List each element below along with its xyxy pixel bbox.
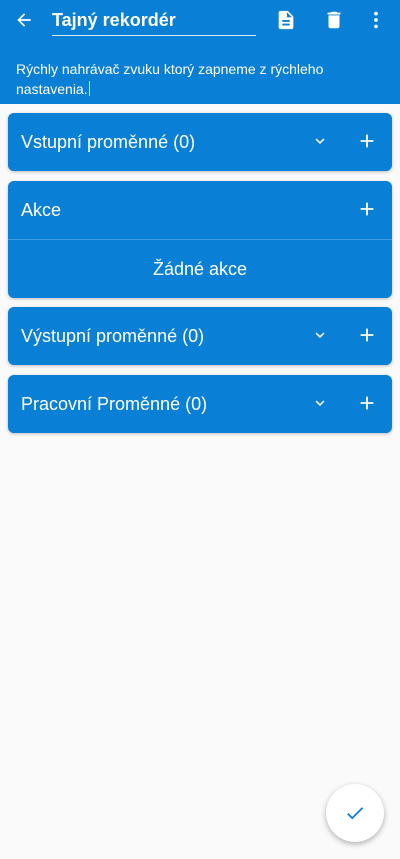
input-variables-expand-button[interactable] xyxy=(308,129,332,153)
trash-icon xyxy=(327,11,341,29)
actions-label: Akce xyxy=(21,200,62,220)
plus-icon xyxy=(360,134,374,148)
output-variables-card: Výstupní proměnné (0) xyxy=(8,307,392,365)
toolbar: Tajný rekordér xyxy=(0,0,400,40)
add-output-variable-button[interactable] xyxy=(354,322,380,348)
plus-icon xyxy=(360,202,374,216)
add-input-variable-button[interactable] xyxy=(354,128,380,154)
document-button[interactable] xyxy=(272,6,300,34)
plus-icon xyxy=(360,328,374,342)
actions-header[interactable]: Akce xyxy=(8,181,392,239)
more-vertical-icon xyxy=(374,11,378,29)
back-button[interactable] xyxy=(10,6,38,34)
add-action-button[interactable] xyxy=(354,196,380,222)
task-title: Tajný rekordér xyxy=(52,10,176,30)
plus-icon xyxy=(360,396,374,410)
no-actions-text: Žádné akce xyxy=(152,259,248,279)
more-options-button[interactable] xyxy=(362,6,390,34)
output-variables-label: Výstupní proměnné (0) xyxy=(21,326,205,346)
check-icon xyxy=(347,807,364,820)
working-variables-label: Pracovní Proměnné (0) xyxy=(21,394,208,414)
output-variables-header[interactable]: Výstupní proměnné (0) xyxy=(8,307,392,365)
actions-card: Akce Žádné akce xyxy=(8,181,392,298)
description-field[interactable]: Rýchly nahrávač zvuku ktorý zapneme z rý… xyxy=(16,59,376,99)
input-variables-card: Vstupní proměnné (0) xyxy=(8,113,392,171)
input-variables-label: Vstupní proměnné (0) xyxy=(21,132,196,152)
document-icon xyxy=(278,10,294,30)
chevron-down-icon xyxy=(315,332,325,338)
input-variables-header[interactable]: Vstupní proměnné (0) xyxy=(8,113,392,171)
working-variables-expand-button[interactable] xyxy=(308,391,332,415)
working-variables-header[interactable]: Pracovní Proměnné (0) xyxy=(8,375,392,433)
task-description: Rýchly nahrávač zvuku ktorý zapneme z rý… xyxy=(16,61,324,97)
arrow-left-icon xyxy=(17,13,31,27)
confirm-fab-button[interactable] xyxy=(326,784,384,842)
app-header: Tajný rekordér Rýchly nahrávač zvuku kto… xyxy=(0,0,400,104)
working-variables-card: Pracovní Proměnné (0) xyxy=(8,375,392,433)
chevron-down-icon xyxy=(315,138,325,144)
add-working-variable-button[interactable] xyxy=(354,390,380,416)
text-cursor xyxy=(88,81,90,96)
delete-button[interactable] xyxy=(320,6,348,34)
output-variables-expand-button[interactable] xyxy=(308,323,332,347)
title-field[interactable]: Tajný rekordér xyxy=(52,6,256,36)
chevron-down-icon xyxy=(315,400,325,406)
